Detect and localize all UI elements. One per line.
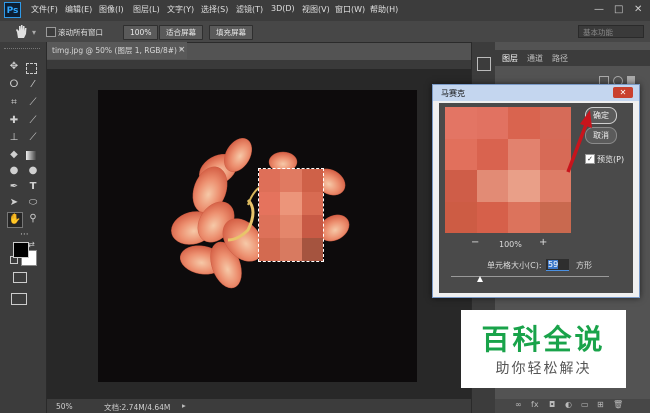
menu-type[interactable]: 文字(Y) — [167, 4, 194, 15]
zoom-tool-icon[interactable]: ⚲ — [26, 212, 40, 226]
cell-size-input[interactable]: 59 — [546, 259, 569, 271]
stamp-tool-icon[interactable]: ⊥ — [7, 131, 21, 145]
document-tab-title: timg.jpg @ 50% (图层 1, RGB/8#) * — [52, 46, 184, 55]
restore-button[interactable]: □ — [614, 4, 623, 15]
menu-view[interactable]: 视图(V) — [302, 4, 330, 15]
fit-screen-button[interactable]: 适合屏幕 — [159, 25, 203, 40]
document-tab[interactable]: timg.jpg @ 50% (图层 1, RGB/8#) * — [47, 42, 187, 59]
ruler — [47, 60, 494, 69]
cell-size-unit: 方形 — [576, 261, 592, 270]
history-panel-icon[interactable] — [477, 57, 491, 71]
mosaic-preview[interactable] — [445, 107, 571, 233]
type-tool-icon[interactable]: T — [26, 180, 40, 194]
history-brush-icon[interactable]: ⟋ — [26, 131, 40, 145]
menu-filter[interactable]: 滤镜(T) — [236, 4, 263, 15]
minimize-button[interactable]: — — [594, 4, 604, 15]
workspace-select[interactable]: 基本功能 — [578, 25, 644, 38]
eraser-icon[interactable]: ◆ — [7, 148, 21, 162]
dropdown-arrow-icon[interactable]: ▾ — [32, 28, 36, 37]
menu-help[interactable]: 帮助(H) — [370, 4, 398, 15]
link-layers-icon[interactable]: ∞ — [515, 400, 522, 409]
screen-mode-icon[interactable] — [11, 293, 27, 305]
eyedropper-icon[interactable]: ⟋ — [26, 96, 40, 110]
watermark-subtitle: 助你轻松解决 — [495, 361, 592, 377]
mosaic-dialog: 马赛克 ✕ − 100% + 确定 取消 ✓ 预览(P) 单元格大小(C): 5… — [432, 84, 640, 298]
status-zoom[interactable]: 50% — [56, 402, 73, 411]
watermark: 百科全说 助你轻松解决 — [461, 310, 626, 388]
hand-tool-icon[interactable] — [14, 24, 28, 39]
quick-mask-icon[interactable] — [13, 272, 27, 283]
fx-icon[interactable]: fx — [531, 400, 539, 409]
new-group-icon[interactable]: ▭ — [581, 400, 589, 409]
toolbar-grip — [4, 48, 40, 52]
cell-size-label: 单元格大小(C): — [487, 261, 542, 270]
healing-brush-icon[interactable]: ✚ — [7, 114, 21, 128]
menu-file[interactable]: 文件(F) — [31, 4, 58, 15]
tab-paths[interactable]: 路径 — [552, 53, 568, 64]
blur-tool-icon[interactable]: ● — [7, 164, 21, 178]
status-arrow-icon[interactable]: ▸ — [182, 401, 186, 410]
adjustment-layer-icon[interactable]: ◐ — [565, 400, 572, 409]
image-canvas[interactable] — [98, 90, 417, 382]
panel-tabs — [495, 50, 650, 66]
delete-layer-icon[interactable]: 🗑 — [613, 400, 623, 409]
brush-tool-icon[interactable]: ⟋ — [26, 114, 40, 128]
preview-zoom-value: 100% — [499, 240, 522, 249]
tab-channels[interactable]: 通道 — [527, 53, 543, 64]
menu-3d[interactable]: 3D(D) — [271, 4, 295, 13]
zoom-out-icon[interactable]: − — [471, 237, 479, 248]
swap-colors-icon[interactable]: ⇄ — [28, 240, 35, 249]
dialog-close-button[interactable]: ✕ — [613, 87, 633, 98]
path-selection-icon[interactable]: ➤ — [7, 196, 21, 210]
magic-wand-icon[interactable]: ⁄ — [26, 78, 40, 92]
scroll-all-checkbox[interactable] — [46, 27, 56, 37]
status-bar: 50% 文档:2.74M/4.64M ▸ — [47, 399, 494, 413]
dialog-title: 马赛克 — [441, 89, 465, 98]
scroll-all-label: 滚动所有窗口 — [58, 28, 103, 37]
cell-size-slider[interactable] — [451, 276, 609, 277]
marquee-tool-icon[interactable] — [26, 63, 37, 74]
cell-size-slider-thumb[interactable] — [477, 276, 483, 282]
flower-image — [171, 138, 350, 289]
hand-tool-active-icon[interactable]: ✋ — [7, 212, 23, 228]
crop-tool-icon[interactable]: ⌗ — [7, 96, 21, 110]
move-tool-icon[interactable]: ✥ — [7, 60, 21, 74]
close-tab-button[interactable]: × — [178, 45, 186, 55]
new-layer-icon[interactable]: ⊞ — [597, 400, 604, 409]
menu-edit[interactable]: 编辑(E) — [65, 4, 92, 15]
more-tools-icon[interactable]: ··· — [20, 230, 29, 240]
status-doc-size: 文档:2.74M/4.64M — [104, 403, 171, 412]
gradient-tool-icon[interactable] — [26, 151, 37, 160]
fill-screen-button[interactable]: 填充屏幕 — [209, 25, 253, 40]
dialog-titlebar[interactable]: 马赛克 ✕ — [433, 85, 639, 101]
zoom-100-button[interactable]: 100% — [123, 25, 159, 40]
red-arrow-annotation — [566, 110, 592, 173]
shape-tool-icon[interactable]: ⬭ — [26, 196, 40, 210]
tab-layers[interactable]: 图层 — [502, 53, 518, 64]
menu-select[interactable]: 选择(S) — [201, 4, 228, 15]
foreground-color-swatch[interactable] — [13, 242, 29, 258]
lasso-tool-icon[interactable]: ⵔ — [7, 78, 21, 92]
layers-footer: ∞ fx ◘ ◐ ▭ ⊞ 🗑 — [495, 399, 650, 413]
mosaic-selection[interactable] — [258, 168, 324, 262]
close-window-button[interactable]: ✕ — [634, 4, 642, 15]
watermark-title: 百科全说 — [481, 323, 606, 356]
photoshop-logo: Ps — [4, 2, 21, 18]
menu-layer[interactable]: 图层(L) — [133, 4, 160, 15]
zoom-in-icon[interactable]: + — [539, 237, 547, 248]
add-mask-icon[interactable]: ◘ — [549, 400, 555, 409]
layer-filter-type-icon[interactable] — [627, 76, 635, 84]
preview-label: 预览(P) — [597, 155, 625, 164]
pen-tool-icon[interactable]: ✒ — [7, 180, 21, 194]
dodge-tool-icon[interactable]: ● — [26, 164, 40, 178]
menu-window[interactable]: 窗口(W) — [335, 4, 365, 15]
menu-image[interactable]: 图像(I) — [99, 4, 124, 15]
